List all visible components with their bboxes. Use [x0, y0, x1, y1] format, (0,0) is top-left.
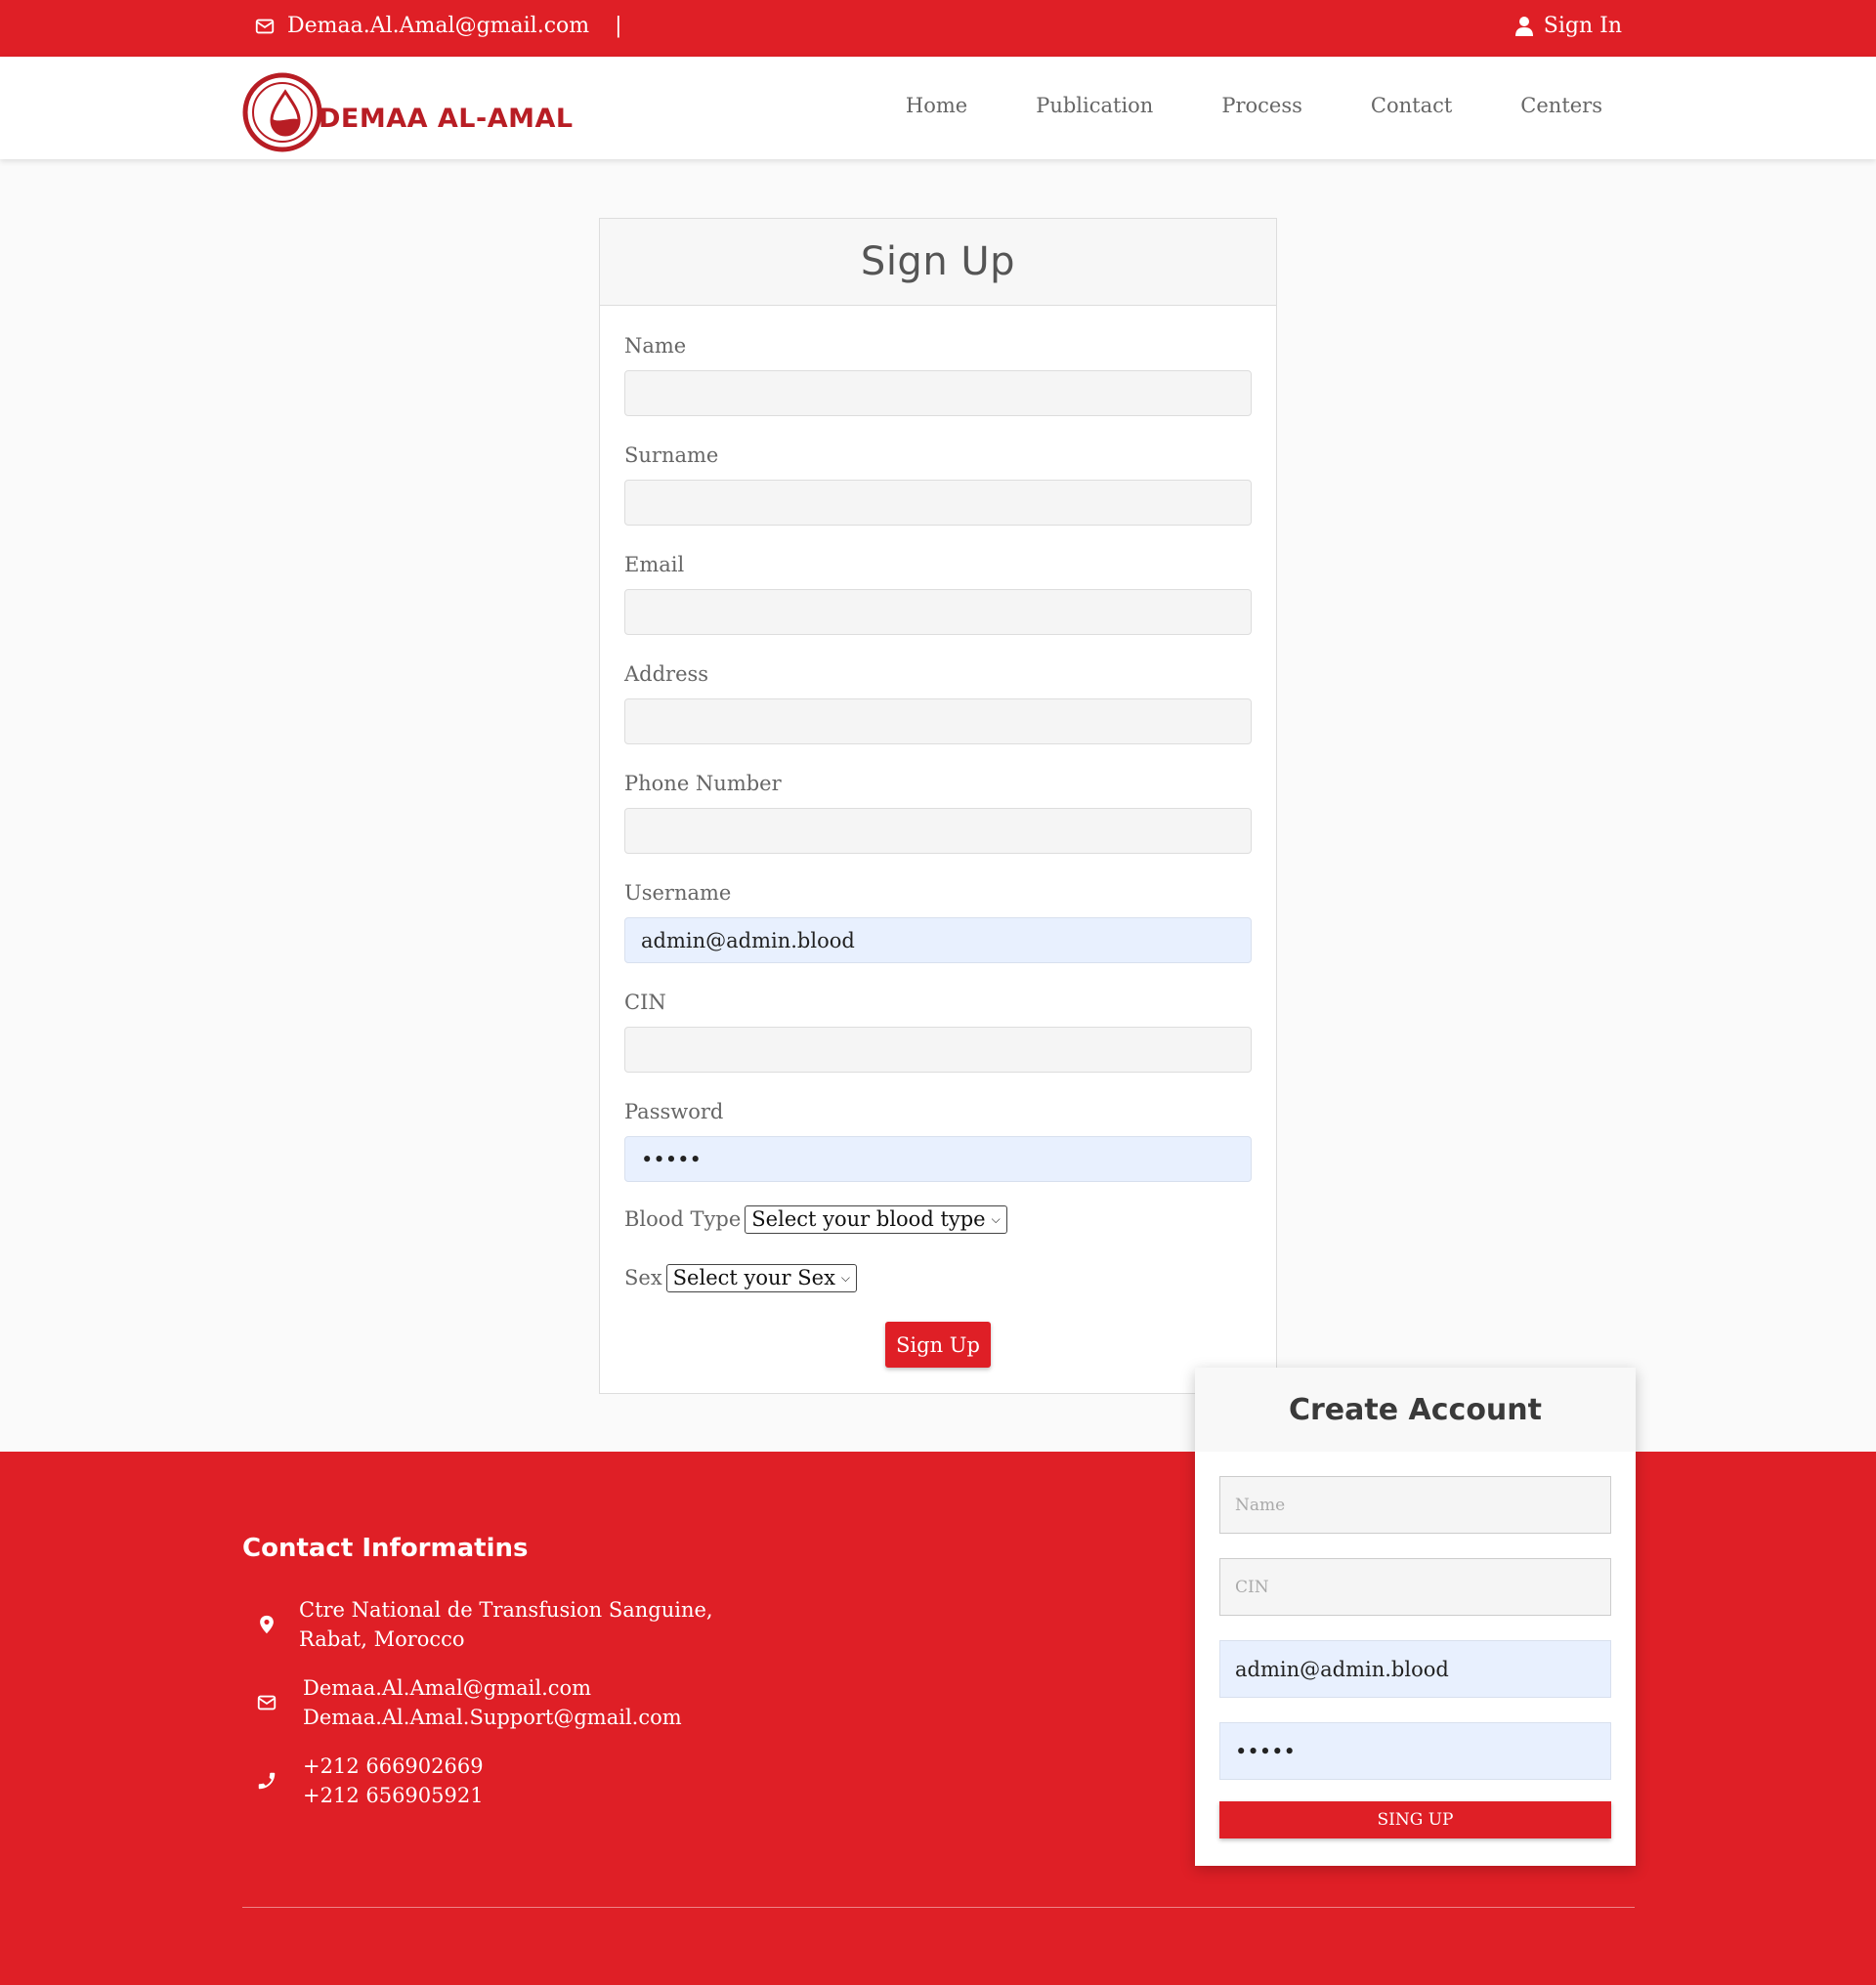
blood-type-selected: Select your blood type: [751, 1207, 986, 1231]
footer-address-lines: Ctre National de Transfusion Sanguine, R…: [299, 1595, 713, 1654]
sign-in-link[interactable]: Sign In: [1514, 14, 1622, 38]
email-label: Email: [624, 553, 685, 576]
nav-publication[interactable]: Publication: [1036, 94, 1153, 117]
sex-label: Sex: [624, 1266, 662, 1289]
footer-address: Ctre National de Transfusion Sanguine, R…: [256, 1595, 713, 1654]
nav-process[interactable]: Process: [1221, 94, 1302, 117]
address-field-group: Address: [624, 659, 1252, 744]
footer-phone-line1: +212 666902669: [303, 1754, 484, 1778]
create-cin-input[interactable]: CIN: [1219, 1558, 1611, 1616]
create-password-input[interactable]: •••••: [1219, 1722, 1611, 1780]
nav-contact[interactable]: Contact: [1371, 94, 1452, 117]
blood-type-select[interactable]: Select your blood type ⌵: [745, 1204, 1007, 1234]
signup-form: Name Surname Email Address Phone Number …: [600, 306, 1276, 1292]
blood-type-label: Blood Type: [624, 1207, 742, 1231]
create-account-header: Create Account: [1195, 1368, 1636, 1452]
footer-address-line2: Rabat, Morocco: [299, 1627, 465, 1651]
nav-home[interactable]: Home: [906, 94, 967, 117]
footer-email-line2[interactable]: Demaa.Al.Amal.Support@gmail.com: [303, 1703, 682, 1732]
phone-icon: [258, 1772, 276, 1790]
footer-contact-title: Contact Informatins: [242, 1534, 529, 1563]
brand-logo[interactable]: DEMAA AL-AMAL: [242, 72, 574, 152]
password-field-group: Password •••••: [624, 1097, 1252, 1182]
sex-selected: Select your Sex: [672, 1266, 835, 1289]
top-email[interactable]: Demaa.Al.Amal@gmail.com |: [254, 14, 622, 38]
sign-up-button[interactable]: Sign Up: [885, 1322, 991, 1368]
signup-card: Sign Up Name Surname Email Address Phone…: [599, 218, 1277, 1394]
address-label: Address: [624, 662, 709, 686]
phone-input[interactable]: [624, 808, 1252, 854]
username-input[interactable]: admin@admin.blood: [624, 917, 1252, 963]
create-account-form: Name CIN admin@admin.blood ••••• SING UP: [1195, 1452, 1636, 1838]
sex-select[interactable]: Select your Sex ⌵: [665, 1263, 858, 1292]
name-label: Name: [624, 334, 687, 358]
top-bar: Demaa.Al.Amal@gmail.com | Sign In: [0, 0, 1876, 57]
footer-emails: Demaa.Al.Amal@gmail.com Demaa.Al.Amal.Su…: [256, 1673, 682, 1732]
username-field-group: Username admin@admin.blood: [624, 878, 1252, 963]
phone-field-group: Phone Number: [624, 769, 1252, 854]
chevron-down-icon: ⌵: [991, 1211, 1001, 1226]
footer-divider: [242, 1907, 1635, 1908]
footer-email-lines: Demaa.Al.Amal@gmail.com Demaa.Al.Amal.Su…: [303, 1673, 682, 1732]
envelope-icon: [257, 1695, 277, 1710]
sign-in-label: Sign In: [1543, 14, 1622, 38]
email-field-group: Email: [624, 550, 1252, 635]
phone-label: Phone Number: [624, 772, 782, 795]
create-sign-up-button[interactable]: SING UP: [1219, 1801, 1611, 1838]
create-username-input[interactable]: admin@admin.blood: [1219, 1640, 1611, 1698]
nav-menu: Home Publication Process Contact Centers: [837, 94, 1602, 117]
signup-card-header: Sign Up: [600, 219, 1276, 306]
main-navbar: DEMAA AL-AMAL Home Publication Process C…: [0, 57, 1876, 159]
address-input[interactable]: [624, 698, 1252, 744]
footer-phone-lines: +212 666902669 +212 656905921: [303, 1752, 484, 1810]
cin-input[interactable]: [624, 1027, 1252, 1073]
sex-row: Sex Select your Sex ⌵: [624, 1263, 1252, 1292]
surname-input[interactable]: [624, 480, 1252, 526]
footer-phone-line2: +212 656905921: [303, 1784, 484, 1807]
create-account-card: Create Account Name CIN admin@admin.bloo…: [1195, 1368, 1636, 1866]
username-label: Username: [624, 881, 732, 905]
blood-drop-logo-icon: [242, 72, 322, 152]
top-separator: |: [615, 14, 622, 38]
top-email-text: Demaa.Al.Amal@gmail.com: [287, 14, 590, 38]
footer-email-line1[interactable]: Demaa.Al.Amal@gmail.com: [303, 1673, 682, 1703]
user-icon: [1514, 16, 1533, 36]
email-input[interactable]: [624, 589, 1252, 635]
chevron-down-icon: ⌵: [840, 1270, 851, 1285]
nav-centers[interactable]: Centers: [1520, 94, 1602, 117]
name-field-group: Name: [624, 331, 1252, 416]
name-input[interactable]: [624, 370, 1252, 416]
map-pin-icon: [260, 1615, 274, 1634]
password-label: Password: [624, 1100, 724, 1123]
footer-phones: +212 666902669 +212 656905921: [256, 1752, 484, 1810]
create-account-title: Create Account: [1289, 1392, 1542, 1427]
footer-address-line1: Ctre National de Transfusion Sanguine,: [299, 1598, 713, 1622]
surname-field-group: Surname: [624, 441, 1252, 526]
password-input[interactable]: •••••: [624, 1136, 1252, 1182]
surname-label: Surname: [624, 443, 719, 467]
blood-type-row: Blood Type Select your blood type ⌵: [624, 1204, 1252, 1234]
signup-title: Sign Up: [860, 239, 1016, 284]
envelope-icon: [255, 19, 275, 33]
brand-name: DEMAA AL-AMAL: [319, 103, 574, 134]
create-name-input[interactable]: Name: [1219, 1476, 1611, 1534]
cin-label: CIN: [624, 991, 666, 1014]
cin-field-group: CIN: [624, 988, 1252, 1073]
